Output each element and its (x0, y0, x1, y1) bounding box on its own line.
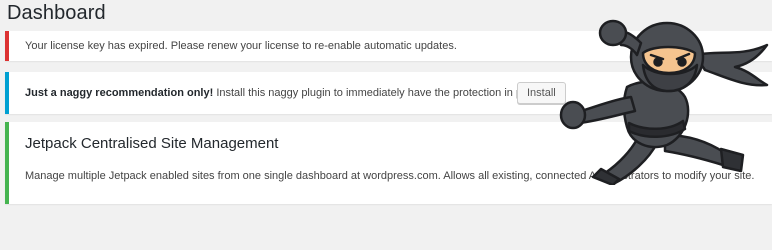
naggy-notice-text: Just a naggy recommendation only! Instal… (25, 87, 545, 99)
ninja-mascot-icon (559, 19, 769, 185)
page-title: Dashboard (7, 2, 106, 24)
license-notice-text: Your license key has expired. Please ren… (25, 40, 457, 52)
jetpack-notice-title: Jetpack Centralised Site Management (25, 135, 279, 152)
naggy-notice-body: Install this naggy plugin to immediately… (213, 87, 546, 99)
naggy-notice-strong: Just a naggy recommendation only! (25, 87, 214, 99)
